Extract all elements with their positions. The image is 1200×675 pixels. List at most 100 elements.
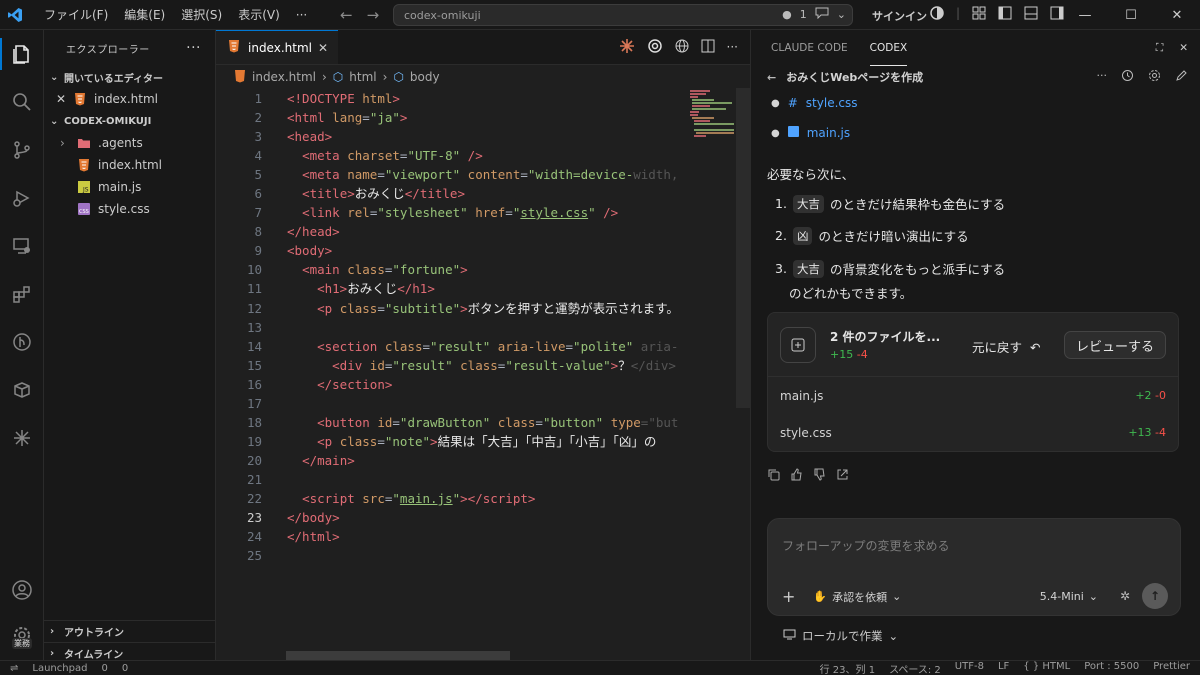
close-icon[interactable]: ✕ — [318, 41, 328, 55]
folder-section[interactable]: ⌄ CODEX-OMIKUJI — [44, 110, 215, 132]
signin-button[interactable]: サインイン — [872, 8, 927, 24]
maximize-icon[interactable]: ☐ — [1108, 0, 1154, 30]
file-removed: -4 — [1155, 426, 1166, 439]
file-mention-style-css[interactable]: ● # style.css — [771, 96, 858, 110]
menu-selection[interactable]: 選択(S) — [173, 6, 230, 23]
back-arrow-icon[interactable]: ← — [340, 6, 353, 24]
changed-file-row[interactable]: style.css +13 -4 — [768, 414, 1178, 451]
new-chat-icon[interactable] — [1175, 69, 1188, 85]
changed-file-row[interactable]: main.js +2 -0 — [768, 377, 1178, 414]
bullet-icon: ● — [771, 127, 780, 139]
account-icon[interactable] — [0, 566, 44, 614]
outline-section[interactable]: › アウトライン — [44, 620, 216, 642]
openai-icon[interactable] — [647, 38, 663, 57]
chat-icon[interactable] — [815, 7, 829, 22]
breadcrumb-body[interactable]: body — [410, 70, 440, 84]
line-number: 10 — [246, 262, 262, 278]
git-graph-icon[interactable] — [0, 318, 44, 366]
command-center-search[interactable]: codex-omikuji ● 1 ⌄ — [393, 4, 853, 26]
launchpad-item[interactable]: Launchpad — [32, 663, 87, 674]
line-number: 9 — [254, 243, 262, 259]
history-icon[interactable] — [1121, 69, 1134, 85]
file-item-main-js[interactable]: JS main.js — [44, 176, 215, 198]
share-icon[interactable] — [836, 468, 849, 484]
remote-icon[interactable]: ⇌ — [10, 663, 18, 674]
search-icon[interactable] — [0, 78, 44, 126]
tab-codex[interactable]: CODEX — [869, 30, 908, 66]
chevron-down-icon: ⌄ — [50, 71, 59, 83]
customize-layout-icon[interactable] — [972, 6, 986, 23]
step-number: 3. — [775, 261, 787, 276]
add-icon[interactable]: + — [782, 587, 795, 606]
settings-gear-icon[interactable] — [1148, 69, 1161, 85]
toggle-panel-icon[interactable] — [1024, 6, 1038, 23]
thumbs-down-icon[interactable] — [813, 468, 826, 484]
cursor-position[interactable]: 行 23、列 1 — [820, 661, 875, 675]
tab-claude-code[interactable]: CLAUDE CODE — [771, 30, 848, 66]
file-item-agents[interactable]: › .agents — [44, 132, 215, 154]
review-button[interactable]: レビューする — [1064, 331, 1166, 359]
copy-icon[interactable] — [767, 468, 780, 484]
live-server-port[interactable]: Port : 5500 — [1084, 661, 1139, 675]
model-dropdown[interactable]: 5.4-Mini ⌄ — [1040, 590, 1098, 603]
claude-sparkle-icon[interactable] — [619, 38, 635, 57]
chevron-down-icon[interactable]: ⌄ — [837, 8, 846, 21]
send-button[interactable]: ↑ — [1142, 583, 1168, 609]
language-mode[interactable]: { } HTML — [1023, 661, 1070, 675]
local-work-dropdown[interactable]: ローカルで作業 ⌄ — [783, 628, 898, 644]
thumbs-up-icon[interactable] — [790, 468, 803, 484]
vertical-scrollbar[interactable] — [736, 88, 750, 408]
line-number: 18 — [246, 414, 262, 430]
encoding[interactable]: UTF-8 — [955, 661, 984, 675]
more-actions-icon[interactable]: ··· — [1097, 69, 1108, 85]
tab-index-html[interactable]: index.html ✕ — [216, 30, 338, 64]
open-editor-item[interactable]: ✕ index.html — [44, 88, 215, 110]
minimize-icon[interactable]: — — [1062, 0, 1108, 30]
undo-button[interactable]: 元に戻す ↶ — [972, 337, 1040, 356]
source-control-icon[interactable] — [0, 126, 44, 174]
accounts-icon[interactable] — [930, 6, 944, 23]
prettier-status[interactable]: Prettier — [1153, 661, 1190, 675]
maximize-panel-icon[interactable]: ⛶ — [1156, 42, 1163, 55]
extensions-icon[interactable] — [0, 270, 44, 318]
chevron-down-icon: ⌄ — [888, 629, 899, 643]
run-debug-icon[interactable] — [0, 174, 44, 222]
forward-arrow-icon[interactable]: → — [367, 6, 380, 24]
codex-sparkle-icon[interactable] — [0, 414, 44, 462]
minimap[interactable] — [688, 88, 738, 178]
message-intro: 必要なら次に、 — [767, 167, 855, 182]
explorer-icon[interactable] — [0, 30, 44, 78]
indentation[interactable]: スペース: 2 — [889, 661, 941, 675]
remote-explorer-icon[interactable] — [0, 222, 44, 270]
code-area[interactable]: 1 <!DOCTYPE html> 2 <html lang="ja"> 3 <hea… — [216, 89, 736, 569]
file-label: index.html — [98, 158, 162, 172]
manage-gear-icon[interactable]: 業務 — [0, 614, 44, 656]
open-editors-section[interactable]: ⌄ 開いているエディター — [44, 66, 215, 88]
menu-view[interactable]: 表示(V) — [230, 6, 288, 23]
breadcrumb-html[interactable]: html — [349, 70, 376, 84]
menu-file[interactable]: ファイル(F) — [36, 6, 116, 23]
file-mention-main-js[interactable]: ● main.js — [771, 126, 850, 140]
reasoning-icon[interactable]: ✲ — [1120, 589, 1130, 603]
package-icon[interactable] — [0, 366, 44, 414]
split-editor-icon[interactable] — [701, 39, 715, 56]
eol[interactable]: LF — [998, 661, 1009, 675]
breadcrumb-file[interactable]: index.html — [252, 70, 316, 84]
file-item-style-css[interactable]: CSS style.css — [44, 198, 215, 220]
warnings-count[interactable]: 0 — [122, 663, 128, 674]
errors-count[interactable]: 0 — [101, 663, 107, 674]
close-icon[interactable]: ✕ — [1179, 42, 1188, 55]
menu-edit[interactable]: 編集(E) — [116, 6, 173, 23]
more-actions-icon[interactable]: ··· — [727, 40, 738, 54]
menu-more[interactable]: ··· — [288, 8, 315, 22]
back-arrow-icon[interactable]: ← — [767, 71, 776, 84]
toggle-sidebar-icon[interactable] — [998, 6, 1012, 23]
globe-icon[interactable] — [675, 39, 689, 56]
close-icon[interactable]: ✕ — [1154, 0, 1200, 30]
file-item-index-html[interactable]: index.html — [44, 154, 215, 176]
more-actions-icon[interactable]: ··· — [186, 40, 201, 56]
followup-input[interactable]: フォローアップの変更を求める — [782, 537, 950, 554]
separator-icon: | — [956, 6, 961, 20]
approval-dropdown[interactable]: ✋ 承認を依頼 ⌄ — [813, 589, 901, 605]
close-icon[interactable]: ✕ — [56, 92, 72, 106]
